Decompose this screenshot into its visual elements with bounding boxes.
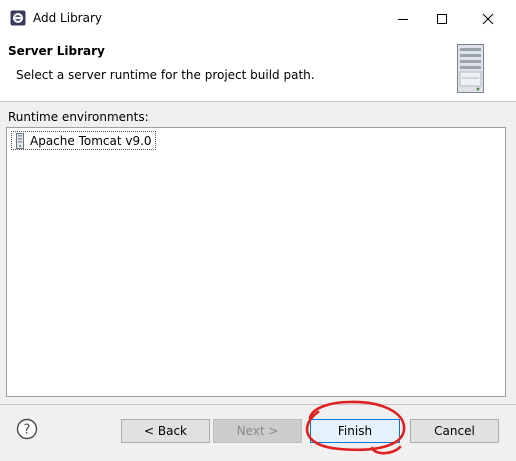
server-runtime-icon [16,132,24,149]
svg-text:?: ? [24,423,31,438]
close-icon [482,13,494,24]
minimize-icon [398,18,408,20]
help-icon[interactable]: ? [16,418,38,440]
list-item-apache-tomcat[interactable]: Apache Tomcat v9.0 [11,131,156,150]
maximize-icon [437,13,447,24]
runtime-list[interactable]: Apache Tomcat v9.0 [6,127,506,397]
button-bar-separator [0,404,516,405]
wizard-header: Server Library Select a server runtime f… [0,37,516,102]
page-title: Server Library [8,44,105,58]
page-description: Select a server runtime for the project … [16,68,315,82]
app-icon [10,10,26,26]
close-button[interactable] [465,0,511,37]
back-button[interactable]: < Back [121,419,210,443]
list-item-label: Apache Tomcat v9.0 [30,133,152,148]
server-icon [457,44,484,93]
title-bar[interactable]: Add Library [0,0,516,38]
window-title: Add Library [33,11,103,25]
next-button: Next > [213,419,302,443]
maximize-button[interactable] [419,0,465,37]
add-library-dialog: Add Library Server Library Select a serv… [0,0,516,461]
cancel-button[interactable]: Cancel [410,419,499,443]
finish-button[interactable]: Finish [310,419,400,443]
runtime-environments-label: Runtime environments: [8,110,149,124]
